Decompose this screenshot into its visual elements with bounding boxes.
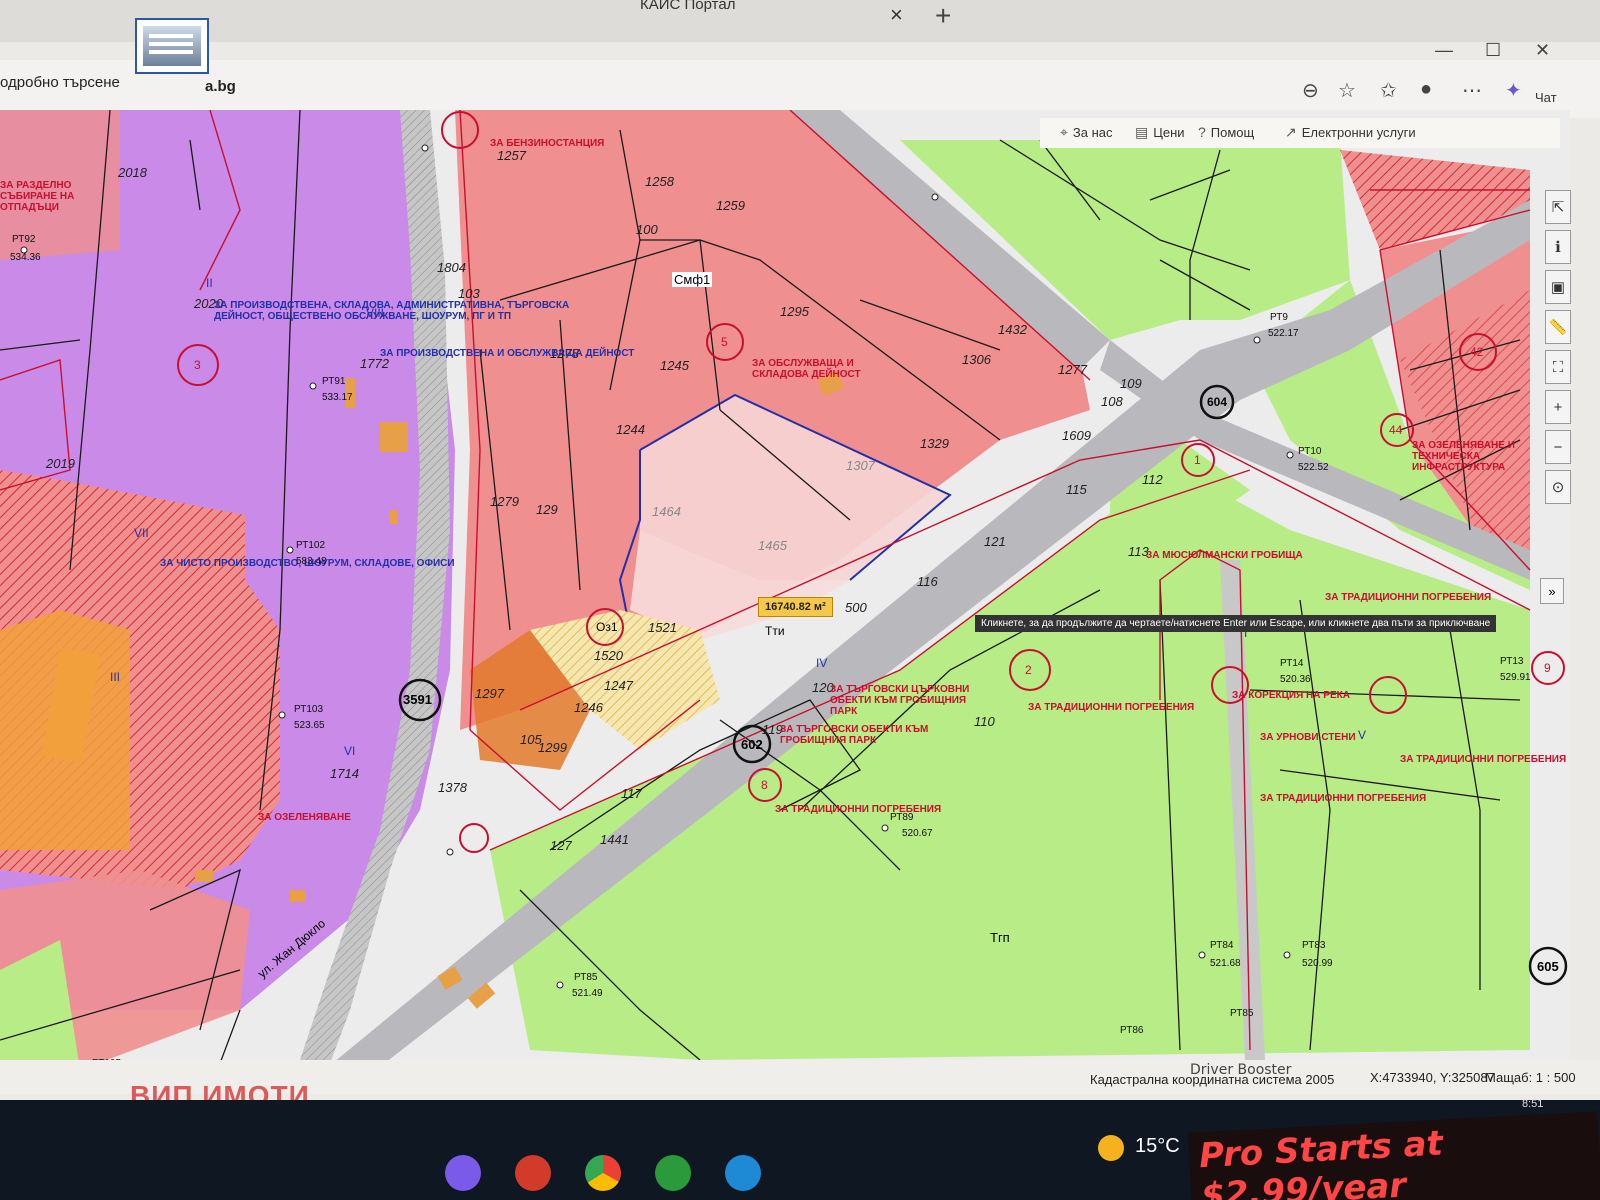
locate-icon[interactable]: ⊙ (1545, 470, 1571, 504)
tab-title[interactable]: КАИС Портал (640, 0, 735, 13)
external-link-icon: ↗ (1285, 124, 1297, 140)
site-logo-thumbnail[interactable] (135, 18, 209, 74)
scale-label[interactable]: Мащаб: 1 : 500 (1485, 1070, 1576, 1085)
drawing-hint-tooltip: Кликнете, за да продължите да чертаете/н… (975, 615, 1497, 632)
promo-banner[interactable]: Pro Starts at $2.99/year (1187, 1111, 1600, 1200)
nav-e-services[interactable]: ↗ Електронни услуги (1285, 124, 1416, 141)
expand-panel-icon[interactable]: » (1540, 578, 1564, 604)
favorites-list-icon[interactable]: ✩ (1380, 78, 1397, 103)
url-text[interactable]: одробно търсене (0, 74, 120, 91)
info-icon[interactable]: ℹ (1545, 230, 1571, 264)
select-area-icon[interactable]: ▣ (1545, 270, 1571, 304)
help-icon: ? (1198, 124, 1206, 140)
maximize-icon[interactable]: ☐ (1485, 40, 1501, 61)
weather-sun-icon[interactable] (1098, 1135, 1124, 1161)
coordinate-system-label: Кадастрална координатна система 2005 (1090, 1072, 1335, 1087)
export-icon[interactable]: ⇱ (1545, 190, 1571, 224)
app-icon-red[interactable] (515, 1155, 551, 1191)
browser-tab-bar: КАИС Портал × + — ☐ ✕ (0, 0, 1600, 60)
more-menu-icon[interactable]: ⋯ (1462, 78, 1482, 103)
new-tab-icon[interactable]: + (935, 0, 951, 32)
cursor-coordinates: X:4733940, Y:325087 (1370, 1070, 1495, 1085)
nav-prices[interactable]: ▤ Цени (1135, 124, 1185, 141)
cadastral-map[interactable]: 2018 2020 2019 1257 1258 1259 100 1295 1… (0, 110, 1570, 1090)
chat-label[interactable]: Чат (1535, 90, 1557, 105)
clock[interactable]: 8:51 (1522, 1098, 1543, 1110)
temperature[interactable]: 15°C (1135, 1135, 1180, 1158)
minimize-icon[interactable]: — (1435, 40, 1453, 61)
site-header: ⌖ За нас ▤ Цени ? Помощ ↗ Електронни услуги (1040, 118, 1560, 148)
profile-avatar-icon[interactable]: ● (1420, 78, 1432, 101)
close-tab-icon[interactable]: × (890, 2, 903, 28)
price-tag-icon: ▤ (1135, 124, 1149, 140)
chrome-icon[interactable] (585, 1155, 621, 1191)
url-domain[interactable]: а.bg (205, 78, 236, 95)
map-toolbar: ⇱ ℹ ▣ 📏 ⛶ + − ⊙ (1545, 190, 1575, 520)
zoom-out-icon[interactable]: ⊖ (1302, 78, 1319, 103)
nav-about[interactable]: ⌖ За нас (1060, 124, 1113, 141)
fullscreen-icon[interactable]: ⛶ (1545, 350, 1571, 384)
copilot-icon[interactable]: ✦ (1505, 78, 1522, 103)
nav-help[interactable]: ? Помощ (1198, 124, 1254, 140)
zoom-in-icon[interactable]: + (1545, 390, 1571, 424)
location-icon: ⌖ (1060, 124, 1068, 140)
viber-icon[interactable] (445, 1155, 481, 1191)
ruler-icon[interactable]: 📏 (1545, 310, 1571, 344)
edge-icon[interactable] (725, 1155, 761, 1191)
os-taskbar: 15°C Pro Starts at $2.99/year 8:51 (0, 1098, 1600, 1200)
app-icon-green[interactable] (655, 1155, 691, 1191)
favorite-star-icon[interactable]: ☆ (1338, 78, 1356, 103)
close-window-icon[interactable]: ✕ (1535, 40, 1550, 61)
area-measurement-badge: 16740.82 м² (758, 597, 833, 617)
zoom-out-map-icon[interactable]: − (1545, 430, 1571, 464)
